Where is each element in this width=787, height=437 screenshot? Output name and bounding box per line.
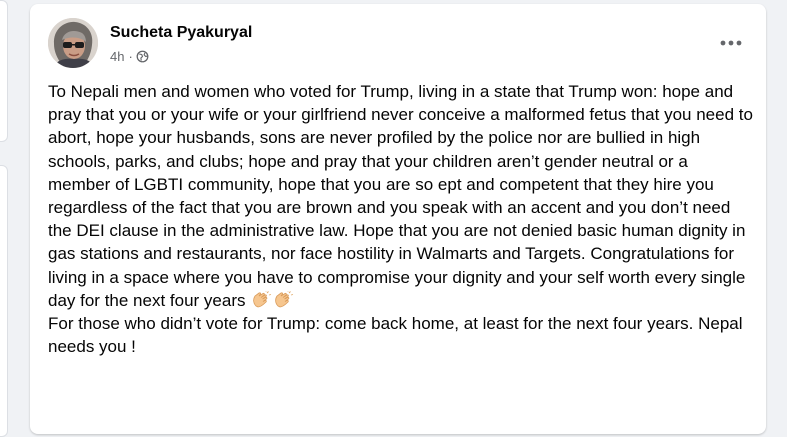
post-header: Sucheta Pyakuryal 4h · xyxy=(48,18,748,70)
post-paragraph-1: To Nepali men and women who voted for Tr… xyxy=(48,80,754,312)
avatar[interactable] xyxy=(48,18,98,68)
globe-icon[interactable] xyxy=(136,50,149,63)
adjacent-card-top xyxy=(0,0,8,142)
clapping-hands-icon xyxy=(252,290,272,309)
author-name[interactable]: Sucheta Pyakuryal xyxy=(110,24,252,42)
post-text: To Nepali men and women who voted for Tr… xyxy=(48,80,754,358)
more-options-icon[interactable] xyxy=(714,30,748,56)
post-paragraph-2: For those who didn’t vote for Trump: com… xyxy=(48,314,743,357)
post-card: Sucheta Pyakuryal 4h · To Nepali men and… xyxy=(30,4,766,434)
meta-separator: · xyxy=(128,49,133,64)
adjacent-card-bottom xyxy=(0,165,8,437)
clapping-hands-icon xyxy=(274,290,294,309)
post-meta: 4h · xyxy=(110,49,149,64)
post-timestamp[interactable]: 4h xyxy=(110,49,124,64)
post-paragraph-1-text: To Nepali men and women who voted for Tr… xyxy=(48,82,753,310)
